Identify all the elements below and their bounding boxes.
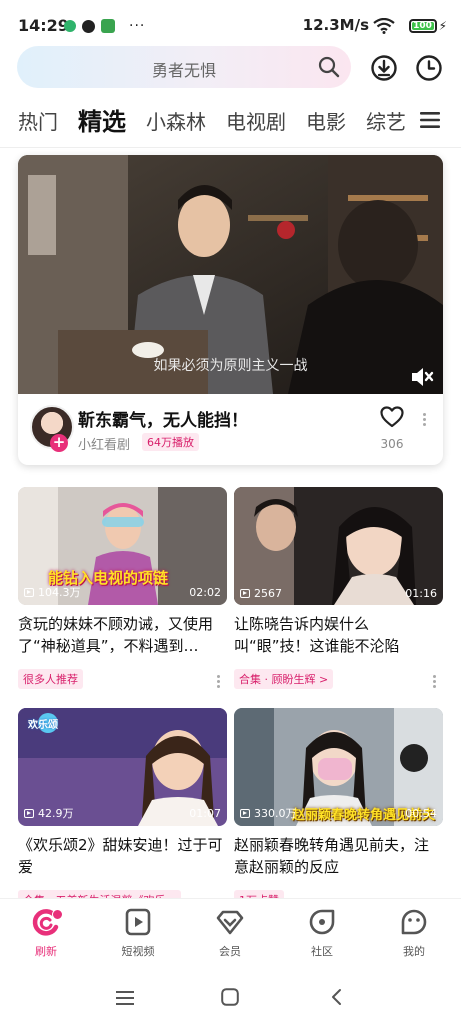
like-count: 306 bbox=[380, 437, 404, 451]
network-speed: 12.3M/s bbox=[302, 16, 369, 34]
video-title[interactable]: 贪玩的妹妹不顾劝诫，又使用了“神秘道具”，不料遇到… bbox=[18, 613, 227, 657]
video-card[interactable]: 2567 01:16 让陈晓告诉内娱什么叫“眼”技！这谁能不沦陷 合集 · 顾盼… bbox=[234, 487, 443, 689]
play-count-icon bbox=[24, 809, 34, 818]
duration: 00:54 bbox=[405, 806, 437, 820]
view-count: 104.3万 bbox=[24, 584, 81, 600]
play-count-icon bbox=[24, 588, 34, 597]
thumbnail-meta: 42.9万 01:07 bbox=[24, 805, 221, 821]
view-count-text: 104.3万 bbox=[38, 586, 81, 599]
video-title[interactable]: 《欢乐颂2》甜妹安迪！过于可爱 bbox=[18, 834, 227, 878]
play-count-icon bbox=[240, 589, 250, 598]
tabs-divider bbox=[0, 147, 461, 148]
recent-apps-icon[interactable] bbox=[116, 990, 134, 1009]
play-count-icon bbox=[240, 809, 250, 818]
video-tag[interactable]: 很多人推荐 bbox=[18, 669, 83, 689]
featured-video-player[interactable]: 如果必须为原则主义一战 bbox=[18, 155, 443, 394]
qq-icon bbox=[82, 19, 95, 33]
duration: 01:16 bbox=[405, 587, 437, 600]
community-icon bbox=[309, 909, 335, 935]
thumbnail-logo: 欢乐颂 bbox=[28, 720, 58, 731]
video-thumbnail[interactable]: 2567 01:16 bbox=[234, 487, 443, 605]
video-tag[interactable]: 合集 · 顾盼生辉 > bbox=[234, 669, 334, 689]
nav-refresh[interactable]: 刷新 bbox=[11, 907, 81, 959]
nav-community[interactable]: 社区 bbox=[287, 907, 357, 959]
status-bar: 14:29 ··· 12.3M/s 100 ⚡ bbox=[0, 0, 461, 50]
search-placeholder: 勇者无惧 bbox=[151, 61, 216, 80]
charging-icon: ⚡ bbox=[438, 19, 447, 33]
video-title[interactable]: 让陈晓告诉内娱什么叫“眼”技！这谁能不沦陷 bbox=[234, 613, 443, 657]
thumbnail-meta: 330.0万 00:54 bbox=[240, 805, 437, 821]
history-icon[interactable] bbox=[415, 54, 443, 86]
wifi-icon bbox=[373, 17, 395, 38]
nav-label-vip: 会员 bbox=[219, 945, 241, 958]
profile-icon bbox=[401, 909, 427, 935]
nav-label-refresh: 刷新 bbox=[35, 945, 57, 958]
view-count-text: 330.0万 bbox=[254, 807, 297, 820]
nav-vip[interactable]: 会员 bbox=[195, 907, 265, 959]
nav-profile[interactable]: 我的 bbox=[379, 907, 449, 959]
tab-tv-series[interactable]: 电视剧 bbox=[226, 104, 286, 140]
duration: 02:02 bbox=[189, 585, 221, 599]
status-time: 14:29 bbox=[18, 16, 69, 35]
search-bar[interactable]: 勇者无惧 bbox=[17, 46, 351, 88]
nav-label-community: 社区 bbox=[311, 945, 333, 958]
short-video-icon bbox=[125, 908, 151, 936]
view-count-text: 2567 bbox=[254, 587, 282, 600]
view-count-text: 42.9万 bbox=[38, 807, 74, 820]
nav-short-video[interactable]: 短视频 bbox=[103, 907, 173, 959]
menu-icon[interactable] bbox=[419, 110, 441, 134]
video-card[interactable]: 赵丽颖春晚转角遇见前夫 330.0万 00:54 赵丽颖春晚转角遇见前夫，注意赵… bbox=[234, 708, 443, 910]
featured-author[interactable]: 小红看剧 bbox=[78, 434, 130, 453]
tab-little-forest[interactable]: 小森林 bbox=[146, 104, 206, 140]
status-notification-icons: ··· bbox=[64, 18, 145, 34]
download-icon[interactable] bbox=[370, 54, 398, 86]
featured-video-card[interactable]: 如果必须为原则主义一战 + 靳东霸气，无人能挡！ 小红看剧 64万播放 306 bbox=[18, 155, 443, 465]
battery-level: 100 bbox=[411, 21, 434, 31]
featured-play-count: 64万播放 bbox=[142, 433, 199, 451]
bottom-tab-bar: 刷新 短视频 会员 社区 我的 bbox=[0, 898, 461, 969]
search-row: 勇者无惧 bbox=[0, 46, 461, 92]
card-more-icon[interactable] bbox=[431, 673, 437, 690]
featured-title[interactable]: 靳东霸气，无人能挡！ bbox=[78, 406, 248, 431]
featured-more-icon[interactable] bbox=[421, 411, 427, 428]
thumbnail-meta: 2567 01:16 bbox=[240, 587, 437, 600]
tab-variety[interactable]: 综艺 bbox=[366, 104, 406, 140]
like-heart-icon[interactable] bbox=[380, 406, 404, 432]
vip-icon bbox=[216, 910, 244, 935]
search-icon[interactable] bbox=[317, 55, 341, 83]
follow-plus-icon[interactable]: + bbox=[50, 434, 68, 452]
view-count: 330.0万 bbox=[240, 805, 297, 821]
battery-indicator: 100 ⚡ bbox=[408, 19, 447, 33]
video-thumbnail[interactable]: 赵丽颖春晚转角遇见前夫 330.0万 00:54 bbox=[234, 708, 443, 826]
home-icon[interactable] bbox=[221, 988, 239, 1010]
category-tabs: 热门 精选 小森林 电视剧 电影 综艺 bbox=[18, 100, 426, 140]
shield-icon bbox=[64, 20, 76, 32]
card-more-icon[interactable] bbox=[215, 673, 221, 690]
duration: 01:07 bbox=[189, 806, 221, 820]
more-notifications-icon: ··· bbox=[129, 18, 146, 34]
tab-hot[interactable]: 热门 bbox=[18, 104, 58, 140]
app-icon bbox=[101, 19, 115, 33]
notification-dot bbox=[52, 909, 63, 920]
video-thumbnail[interactable]: 能钻入电视的项链 104.3万 02:02 bbox=[18, 487, 227, 605]
thumbnail-meta: 104.3万 02:02 bbox=[24, 584, 221, 600]
video-title[interactable]: 赵丽颖春晚转角遇见前夫，注意赵丽颖的反应 bbox=[234, 834, 443, 878]
video-card[interactable]: 欢乐颂 42.9万 01:07 《欢乐颂2》甜妹安迪！过于可爱 合集 · 五美新… bbox=[18, 708, 227, 910]
view-count: 2567 bbox=[240, 587, 282, 600]
system-navigation-bar bbox=[0, 968, 461, 1024]
video-thumbnail[interactable]: 欢乐颂 42.9万 01:07 bbox=[18, 708, 227, 826]
featured-subtitle: 如果必须为原则主义一战 bbox=[153, 358, 308, 374]
nav-label-short-video: 短视频 bbox=[121, 945, 155, 958]
tab-featured[interactable]: 精选 bbox=[78, 104, 126, 140]
tab-movie[interactable]: 电影 bbox=[306, 104, 346, 140]
video-card[interactable]: 能钻入电视的项链 104.3万 02:02 贪玩的妹妹不顾劝诫，又使用了“神秘道… bbox=[18, 487, 227, 689]
view-count: 42.9万 bbox=[24, 805, 74, 821]
back-icon[interactable] bbox=[330, 988, 342, 1010]
mute-icon[interactable] bbox=[410, 366, 434, 392]
nav-label-profile: 我的 bbox=[403, 945, 425, 958]
